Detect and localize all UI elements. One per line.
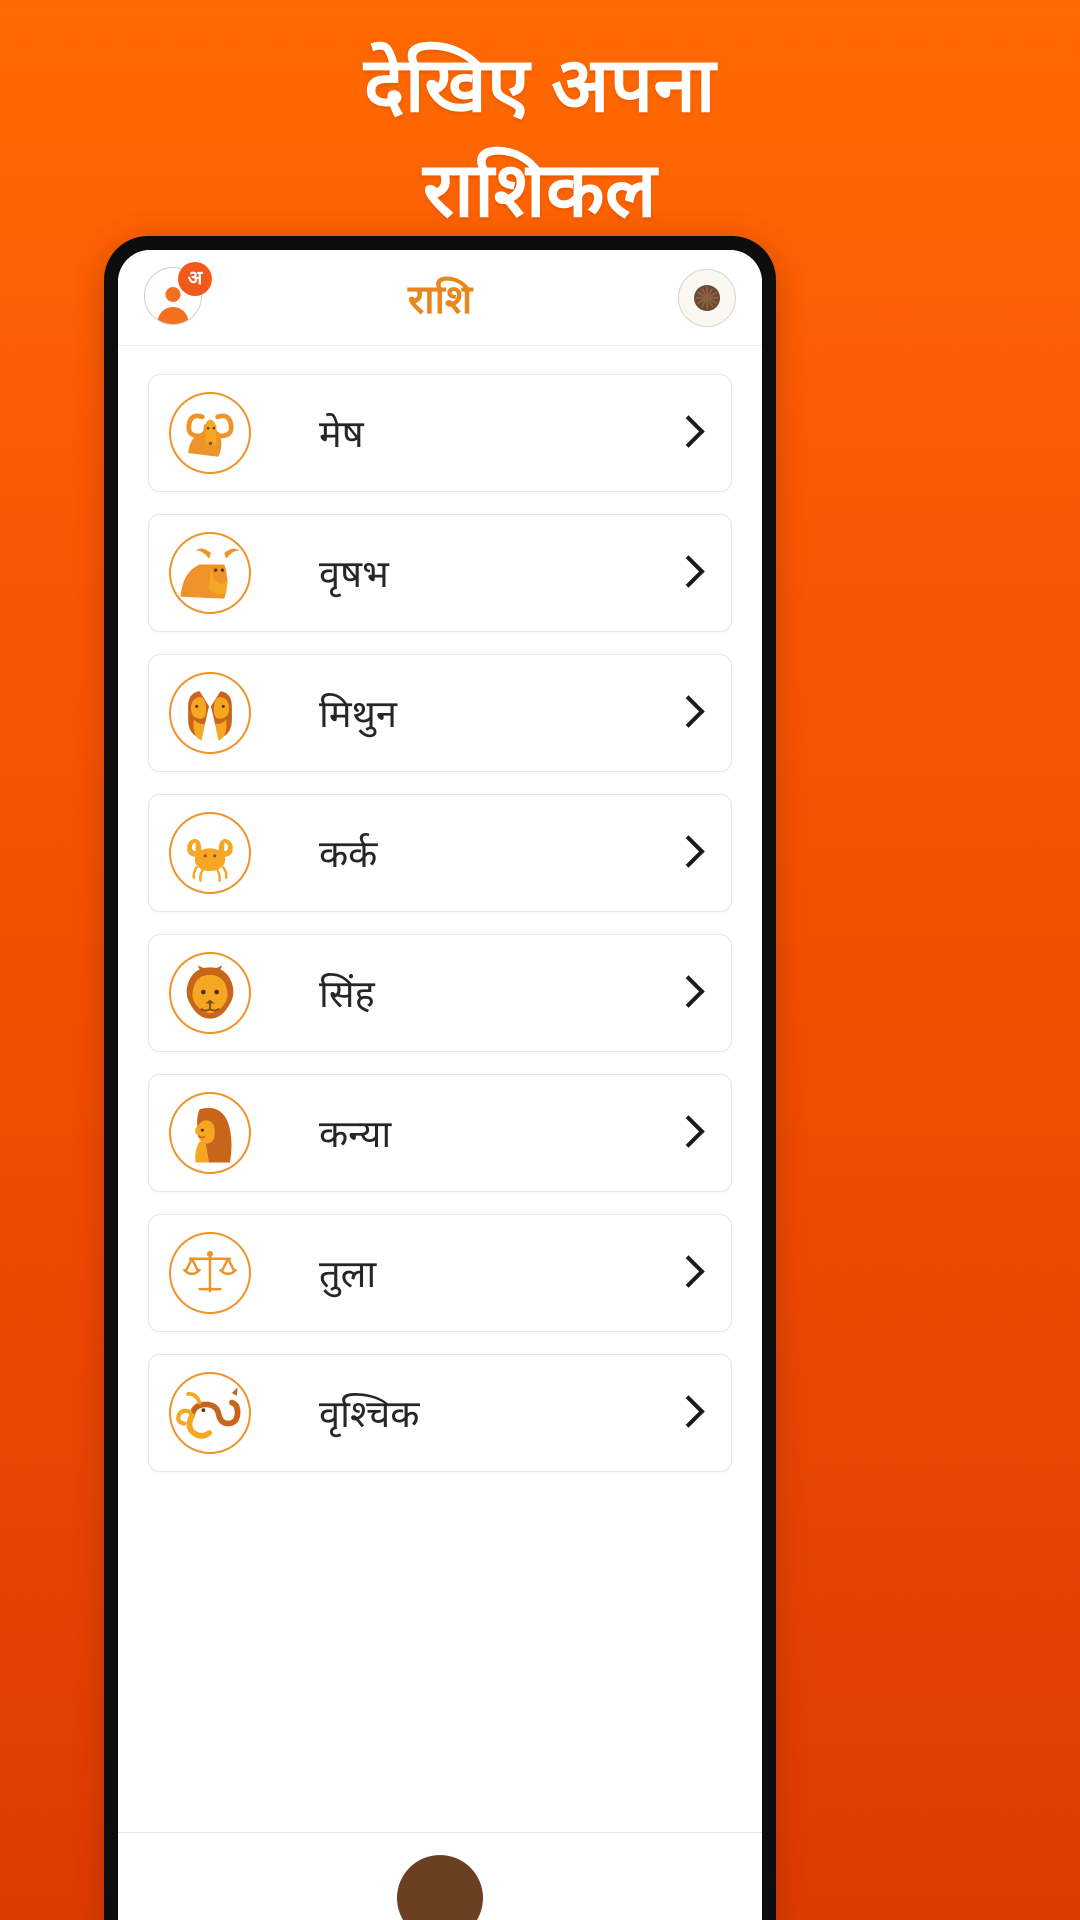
gemini-twins-icon (169, 672, 251, 754)
bottom-bar (118, 1832, 762, 1920)
phone-mockup: अ राशि मेष वृषभ मिथुन कर्क सिंह कन्या तु… (104, 236, 776, 1920)
zodiac-sign-list: मेष वृषभ मिथुन कर्क सिंह कन्या तुला वृश्… (118, 346, 762, 1472)
chevron-right-icon[interactable] (671, 416, 705, 450)
avatar[interactable]: अ (144, 261, 212, 329)
virgo-maiden-icon (169, 1092, 251, 1174)
taurus-bull-icon (169, 532, 251, 614)
headline-line-2: राशिकल (422, 147, 658, 233)
bottom-avatar-icon[interactable] (397, 1855, 483, 1920)
list-item[interactable]: वृषभ (148, 514, 732, 632)
chevron-right-icon[interactable] (671, 836, 705, 870)
list-item[interactable]: कन्या (148, 1074, 732, 1192)
list-item-label: कन्या (319, 1114, 392, 1156)
chevron-right-icon[interactable] (671, 976, 705, 1010)
list-item[interactable]: सिंह (148, 934, 732, 1052)
chevron-right-icon[interactable] (671, 1396, 705, 1430)
list-item[interactable]: तुला (148, 1214, 732, 1332)
list-item-label: कर्क (319, 834, 378, 876)
list-item[interactable]: कर्क (148, 794, 732, 912)
headline-line-1: देखिए अपना (364, 43, 716, 128)
list-item-label: सिंह (319, 974, 375, 1016)
avatar-language-badge: अ (178, 261, 212, 296)
scorpio-scorpion-icon (169, 1372, 251, 1454)
chevron-right-icon[interactable] (671, 556, 705, 590)
list-item[interactable]: वृश्चिक (148, 1354, 732, 1472)
promo-headline: देखिए अपना राशिकल (0, 34, 1080, 244)
libra-scales-icon (169, 1232, 251, 1314)
cancer-crab-icon (169, 812, 251, 894)
aries-ram-icon (169, 392, 251, 474)
list-item[interactable]: मिथुन (148, 654, 732, 772)
chevron-right-icon[interactable] (671, 696, 705, 730)
list-item-label: वृषभ (319, 554, 389, 596)
list-item[interactable]: मेष (148, 374, 732, 492)
list-item-label: मिथुन (319, 694, 397, 736)
sun-om-icon[interactable] (678, 268, 736, 327)
leo-lion-icon (169, 952, 251, 1034)
chevron-right-icon[interactable] (671, 1116, 705, 1150)
app-bar: अ राशि (118, 250, 762, 346)
app-screen: अ राशि मेष वृषभ मिथुन कर्क सिंह कन्या तु… (118, 250, 762, 1920)
chevron-right-icon[interactable] (671, 1256, 705, 1290)
list-item-label: तुला (319, 1254, 377, 1296)
list-item-label: मेष (319, 414, 364, 456)
page-title: राशि (407, 278, 473, 322)
list-item-label: वृश्चिक (319, 1394, 420, 1436)
